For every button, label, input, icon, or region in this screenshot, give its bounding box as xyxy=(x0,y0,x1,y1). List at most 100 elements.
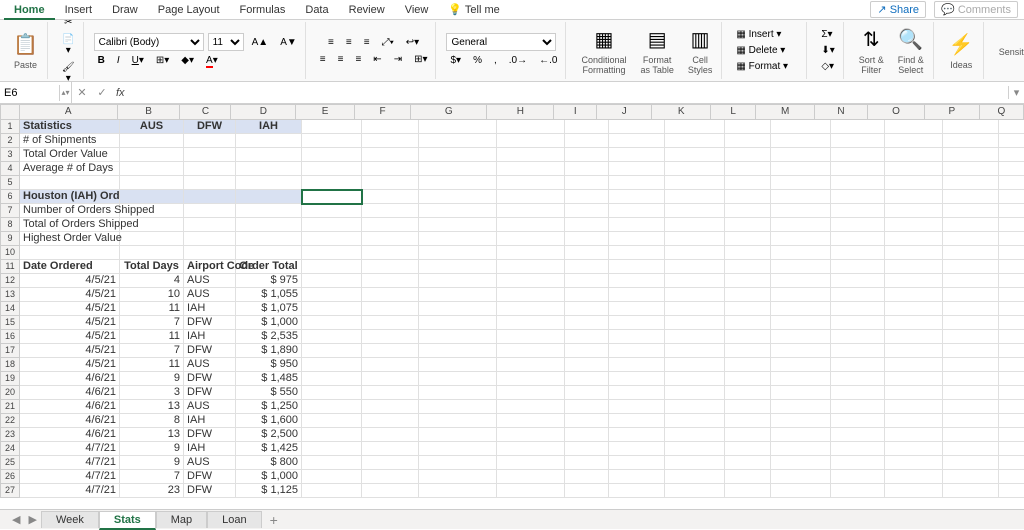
cell-O8[interactable] xyxy=(885,218,943,232)
format-cells-button[interactable]: ▦ Format ▾ xyxy=(732,59,802,74)
cell-F1[interactable] xyxy=(362,120,419,134)
cell-D16[interactable]: $ 2,535 xyxy=(236,330,302,344)
col-header-M[interactable]: M xyxy=(756,104,815,120)
fill-color-button[interactable]: ◆▾ xyxy=(177,53,198,68)
cell-C7[interactable] xyxy=(184,204,236,218)
cell-P19[interactable] xyxy=(943,372,999,386)
align-right-button[interactable]: ≡ xyxy=(351,52,365,67)
cell-H3[interactable] xyxy=(497,148,565,162)
cell-E8[interactable] xyxy=(302,218,362,232)
cell-L9[interactable] xyxy=(725,232,771,246)
cell-P11[interactable] xyxy=(943,260,999,274)
ideas-button[interactable]: ⚡Ideas xyxy=(944,29,979,73)
cell-L7[interactable] xyxy=(725,204,771,218)
cell-G20[interactable] xyxy=(419,386,497,400)
cell-B27[interactable]: 23 xyxy=(120,484,184,498)
cell-G2[interactable] xyxy=(419,134,497,148)
sort-filter-button[interactable]: ⇅Sort & Filter xyxy=(854,24,889,78)
cell-P7[interactable] xyxy=(943,204,999,218)
cell-K14[interactable] xyxy=(665,302,725,316)
cell-D25[interactable]: $ 800 xyxy=(236,456,302,470)
cell-J5[interactable] xyxy=(609,176,665,190)
cell-I6[interactable] xyxy=(565,190,609,204)
cell-J14[interactable] xyxy=(609,302,665,316)
cell-F17[interactable] xyxy=(362,344,419,358)
cell-K1[interactable] xyxy=(665,120,725,134)
cell-L21[interactable] xyxy=(725,400,771,414)
row-header-20[interactable]: 20 xyxy=(0,386,20,400)
cell-K19[interactable] xyxy=(665,372,725,386)
cell-G7[interactable] xyxy=(419,204,497,218)
cell-A24[interactable]: 4/7/21 xyxy=(20,442,120,456)
row-header-15[interactable]: 15 xyxy=(0,316,20,330)
cell-K16[interactable] xyxy=(665,330,725,344)
cell-M21[interactable] xyxy=(771,400,831,414)
cell-A23[interactable]: 4/6/21 xyxy=(20,428,120,442)
cell-P2[interactable] xyxy=(943,134,999,148)
cell-B12[interactable]: 4 xyxy=(120,274,184,288)
cell-D23[interactable]: $ 2,500 xyxy=(236,428,302,442)
cell-Q18[interactable] xyxy=(999,358,1024,372)
cell-J6[interactable] xyxy=(609,190,665,204)
cell-O5[interactable] xyxy=(885,176,943,190)
cell-L27[interactable] xyxy=(725,484,771,498)
cell-K21[interactable] xyxy=(665,400,725,414)
cell-J10[interactable] xyxy=(609,246,665,260)
cell-I7[interactable] xyxy=(565,204,609,218)
cell-J15[interactable] xyxy=(609,316,665,330)
row-header-18[interactable]: 18 xyxy=(0,358,20,372)
cell-O22[interactable] xyxy=(885,414,943,428)
font-color-button[interactable]: A▾ xyxy=(202,53,222,68)
col-header-G[interactable]: G xyxy=(411,104,488,120)
cell-K22[interactable] xyxy=(665,414,725,428)
cell-J22[interactable] xyxy=(609,414,665,428)
col-header-L[interactable]: L xyxy=(711,104,756,120)
cell-Q21[interactable] xyxy=(999,400,1024,414)
cell-I2[interactable] xyxy=(565,134,609,148)
sheet-tab-week[interactable]: Week xyxy=(41,511,99,528)
cell-G15[interactable] xyxy=(419,316,497,330)
cell-D8[interactable] xyxy=(236,218,302,232)
cell-I23[interactable] xyxy=(565,428,609,442)
cell-C5[interactable] xyxy=(184,176,236,190)
cell-H19[interactable] xyxy=(497,372,565,386)
cell-N15[interactable] xyxy=(831,316,885,330)
cell-L17[interactable] xyxy=(725,344,771,358)
cell-H10[interactable] xyxy=(497,246,565,260)
sheet-nav-prev-icon[interactable]: ◀ xyxy=(8,513,24,526)
cell-F13[interactable] xyxy=(362,288,419,302)
cell-I8[interactable] xyxy=(565,218,609,232)
cell-G13[interactable] xyxy=(419,288,497,302)
cell-M8[interactable] xyxy=(771,218,831,232)
cell-E22[interactable] xyxy=(302,414,362,428)
add-sheet-button[interactable]: + xyxy=(262,512,286,528)
cell-K12[interactable] xyxy=(665,274,725,288)
cell-O11[interactable] xyxy=(885,260,943,274)
cell-E19[interactable] xyxy=(302,372,362,386)
cell-A10[interactable] xyxy=(20,246,120,260)
cell-N13[interactable] xyxy=(831,288,885,302)
cell-E7[interactable] xyxy=(302,204,362,218)
ribbon-tab-home[interactable]: Home xyxy=(4,2,55,20)
cell-Q25[interactable] xyxy=(999,456,1024,470)
cell-D24[interactable]: $ 1,425 xyxy=(236,442,302,456)
font-size-select[interactable]: 11 xyxy=(208,33,244,51)
cell-O9[interactable] xyxy=(885,232,943,246)
cell-N1[interactable] xyxy=(831,120,885,134)
cell-G10[interactable] xyxy=(419,246,497,260)
cell-D11[interactable]: Order Total xyxy=(236,260,302,274)
cell-G9[interactable] xyxy=(419,232,497,246)
cell-Q16[interactable] xyxy=(999,330,1024,344)
cell-H13[interactable] xyxy=(497,288,565,302)
cell-G21[interactable] xyxy=(419,400,497,414)
cell-P26[interactable] xyxy=(943,470,999,484)
cell-Q20[interactable] xyxy=(999,386,1024,400)
row-header-23[interactable]: 23 xyxy=(0,428,20,442)
expand-formula-bar-icon[interactable]: ▾ xyxy=(1008,86,1024,99)
cell-B24[interactable]: 9 xyxy=(120,442,184,456)
cell-K6[interactable] xyxy=(665,190,725,204)
cell-F22[interactable] xyxy=(362,414,419,428)
row-header-4[interactable]: 4 xyxy=(0,162,20,176)
cell-B2[interactable] xyxy=(120,134,184,148)
cell-F5[interactable] xyxy=(362,176,419,190)
